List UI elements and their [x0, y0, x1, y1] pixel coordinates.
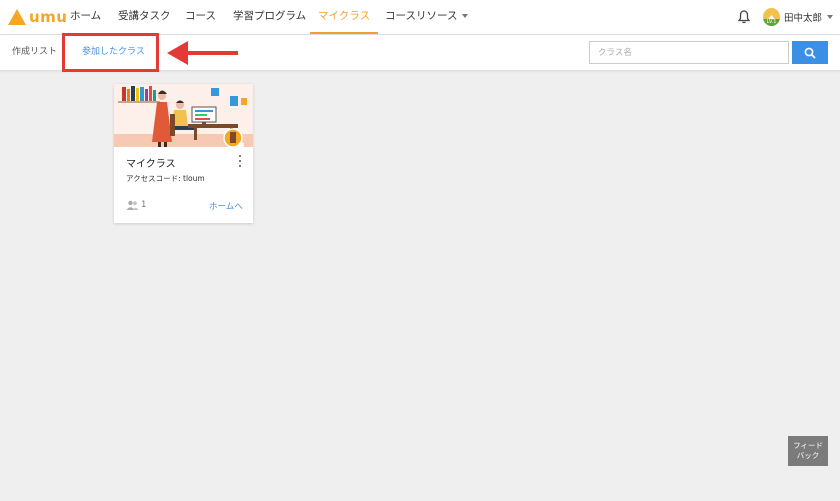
- user-name: 田中太郎: [784, 13, 823, 24]
- feedback-button[interactable]: フィード バック: [788, 436, 828, 466]
- chevron-down-icon: [827, 15, 834, 19]
- level-badge: LV.1: [763, 19, 780, 26]
- nav-tasks[interactable]: 受講タスク: [118, 0, 171, 34]
- classroom-illustration: [114, 84, 253, 147]
- logo-text: umu: [29, 8, 68, 26]
- nav-course-resources[interactable]: コースリソース: [385, 0, 469, 34]
- nav-home[interactable]: ホーム: [70, 0, 101, 34]
- nav-programs[interactable]: 学習プログラム: [233, 0, 306, 34]
- class-title[interactable]: マイクラス: [126, 155, 176, 170]
- nav-myclass[interactable]: マイクラス: [310, 0, 379, 34]
- more-vert-icon[interactable]: [237, 155, 243, 167]
- tab-created-list[interactable]: 作成リスト: [12, 35, 57, 70]
- class-cover-image: [114, 84, 253, 147]
- chevron-down-icon: [462, 14, 469, 18]
- bell-icon[interactable]: [738, 10, 750, 24]
- class-card[interactable]: マイクラス アクセスコード: tloum 1 ホームへ: [114, 84, 253, 223]
- top-nav: umu ホーム 受講タスク コース 学習プログラム マイクラス コースリソース …: [0, 0, 840, 35]
- umu-logo[interactable]: umu: [8, 6, 68, 28]
- feedback-line1: フィード: [793, 441, 823, 450]
- users-icon: [126, 200, 139, 210]
- arrow-left-icon: [167, 41, 238, 65]
- access-code: アクセスコード: tloum: [126, 174, 205, 183]
- class-search-input[interactable]: [589, 41, 789, 64]
- nav-courses[interactable]: コース: [185, 0, 216, 34]
- annotation-highlight-box: [62, 33, 159, 72]
- class-home-link[interactable]: ホームへ: [209, 200, 243, 212]
- member-count: 1: [126, 200, 146, 210]
- logo-mark-icon: [8, 9, 26, 25]
- avatar: LV.1: [763, 8, 780, 26]
- nav-course-resources-label: コースリソース: [385, 10, 458, 22]
- user-menu[interactable]: LV.1 田中太郎: [763, 8, 834, 26]
- member-count-value: 1: [141, 200, 147, 210]
- search-button[interactable]: [792, 41, 828, 64]
- feedback-line2: バック: [796, 451, 820, 460]
- search-icon: [804, 47, 816, 59]
